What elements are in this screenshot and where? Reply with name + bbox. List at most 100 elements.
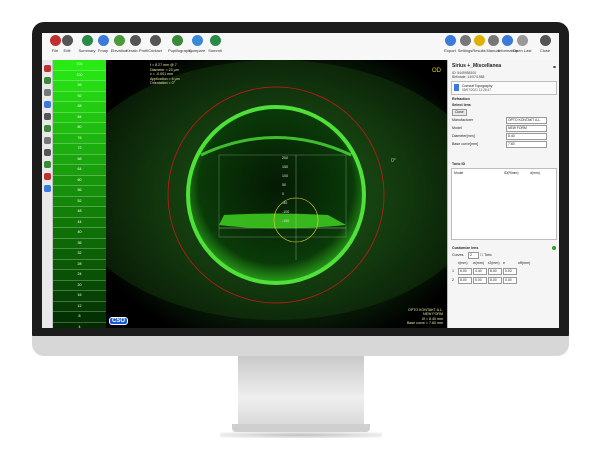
- exam-icon: [454, 84, 459, 91]
- tool-icon[interactable]: [43, 173, 51, 180]
- tool-icon[interactable]: [43, 113, 51, 120]
- toolbar-right-button[interactable]: Close: [536, 35, 554, 57]
- toolbar-icon: [61, 35, 73, 46]
- tool-icon[interactable]: [43, 137, 51, 144]
- scale-value: 16: [53, 291, 106, 302]
- scale-value: 100: [53, 70, 106, 81]
- axis-tick-label: 100: [282, 174, 288, 178]
- axis-tick-label: 200: [282, 156, 288, 160]
- toric-checkbox-label: Toric: [484, 253, 492, 257]
- tool-icon[interactable]: [43, 149, 51, 156]
- main-toolbar: File Edit Summary Fmap Elevation Kerato Profi…: [42, 33, 559, 61]
- custom-value-input[interactable]: 8.00: [488, 277, 502, 284]
- toric-checkbox[interactable]: ☐ Toric: [480, 253, 492, 257]
- axis-tick-label: 0: [282, 192, 284, 196]
- map-info-line: Orientation = 0°: [150, 81, 176, 86]
- toolbar-icon: [539, 35, 551, 46]
- toolbar-left-button[interactable]: Compare: [188, 35, 206, 57]
- link-icon[interactable]: ⚭: [552, 64, 557, 71]
- scale-unit: [µm]: [75, 321, 84, 326]
- field-input[interactable]: 8.40: [506, 133, 547, 140]
- monitor-stand: [238, 356, 364, 426]
- scale-value: 72: [53, 144, 106, 155]
- patient-name: Sirius +_Miscellanea: [452, 63, 502, 69]
- toolbar-left-button[interactable]: Kerato Profil: [126, 35, 149, 57]
- field-label: Model: [452, 126, 462, 130]
- stand-shadow: [220, 432, 382, 438]
- toolbar-label: Compare: [188, 48, 206, 53]
- custom-value-input[interactable]: 5.00: [473, 277, 487, 284]
- tool-icon[interactable]: [43, 161, 51, 168]
- close-button[interactable]: Close: [452, 109, 467, 116]
- custom-column-header: w(mm): [473, 261, 484, 265]
- toolbar-label: Open Last: [513, 48, 532, 53]
- scale-value: 28: [53, 259, 106, 270]
- field-input[interactable]: OPTO KONTAKT A.L.: [506, 117, 547, 124]
- scale-value: 48: [53, 207, 106, 218]
- custom-value-input[interactable]: 6.00: [458, 268, 472, 275]
- tool-icon[interactable]: [43, 65, 51, 72]
- scale-value: 68: [53, 154, 106, 165]
- lens-info-line: Base curve = 7.60 mm: [406, 321, 443, 326]
- tool-icon[interactable]: [43, 101, 51, 108]
- toolbar-left-button[interactable]: Pupillography: [168, 35, 192, 57]
- axis-tick-label: -50: [282, 201, 287, 205]
- scale-value: 56: [53, 186, 106, 197]
- scale-value: 76: [53, 133, 106, 144]
- toolbar-icon: [209, 35, 221, 46]
- scale-value: 80: [53, 123, 106, 134]
- status-dot-icon: [552, 246, 556, 250]
- scale-value: 36: [53, 238, 106, 249]
- lens-edge: [186, 105, 366, 285]
- fluorescein-map[interactable]: 0° OD 200 150 100 50 0 -50 -100 -150 f = 8.27 m…: [106, 60, 447, 328]
- toolbar-left-button[interactable]: Contact: [146, 35, 164, 57]
- toolbar-left-button[interactable]: Edit: [58, 35, 76, 57]
- custom-column-header: r(mm): [458, 261, 468, 265]
- scale-value: 52: [53, 196, 106, 207]
- tool-icon[interactable]: [43, 125, 51, 132]
- monitor-foot: [232, 424, 370, 432]
- eye-image: 0° OD 200 150 100 50 0 -50 -100 -150: [106, 60, 447, 328]
- tool-icon[interactable]: [43, 185, 51, 192]
- toolbar-right-button[interactable]: Open Last: [513, 35, 531, 57]
- exam-card[interactable]: Corneal Topography 05/07/2021 11:28:47: [451, 81, 557, 95]
- custom-value-input[interactable]: 0.00: [503, 268, 517, 275]
- custom-value-input[interactable]: 8.00: [458, 277, 472, 284]
- toolbar-icon: [81, 35, 93, 46]
- curves-input[interactable]: 2: [468, 252, 479, 259]
- scale-value: 84: [53, 112, 106, 123]
- curves-label: Curves: [452, 253, 464, 257]
- scale-value: 104: [53, 60, 106, 71]
- scale-value: 20: [53, 280, 106, 291]
- toolbar-icon: [444, 35, 456, 46]
- field-input[interactable]: NEW FORM: [506, 125, 547, 132]
- toolbar-label: Contact: [148, 48, 162, 53]
- toolbar-icon: [129, 35, 141, 46]
- field-input[interactable]: 7.60: [506, 141, 547, 148]
- app-window: File Edit Summary Fmap Elevation Kerato Profi…: [42, 33, 559, 328]
- custom-value-input[interactable]: 4.40: [473, 268, 487, 275]
- toolbar-icon: [459, 35, 471, 46]
- field-label: Diameter[mm]: [452, 134, 475, 138]
- toric-table[interactable]: Model ID(Rimm) d(mm): [451, 168, 557, 240]
- custom-value-input[interactable]: 8.00: [488, 268, 502, 275]
- scale-value: 96: [53, 81, 106, 92]
- toolbar-label: Close: [539, 48, 551, 53]
- tool-icon[interactable]: [43, 89, 51, 96]
- monitor-chin: [32, 336, 569, 356]
- view-icon: OD: [432, 68, 442, 74]
- color-scale: 104 100 96 92 88 84 80 76 72 68 64 60 56 52 48 44 40 36 32…: [53, 60, 107, 328]
- scale-value: 88: [53, 102, 106, 113]
- custom-column-header: r2(mm): [488, 261, 500, 265]
- toolbar-left-button[interactable]: Summit: [206, 35, 224, 57]
- lens-panel: Sirius +_Miscellanea ID: 5449958100 Birt…: [447, 60, 559, 328]
- scale-value: 92: [53, 91, 106, 102]
- patient-birthdate: Birthdate: 14/07/1988: [452, 75, 485, 79]
- tool-icon[interactable]: [43, 77, 51, 84]
- toric-column-header: ID(Rimm): [504, 171, 519, 175]
- axis-tick-label: -150: [282, 219, 289, 223]
- toolbar-icon: [97, 35, 109, 46]
- custom-value-input[interactable]: 0.00: [503, 277, 517, 284]
- toolbar-label: Kerato Profil: [126, 48, 149, 53]
- map-info-line: f = 8.27 mm @ 7: [150, 63, 177, 67]
